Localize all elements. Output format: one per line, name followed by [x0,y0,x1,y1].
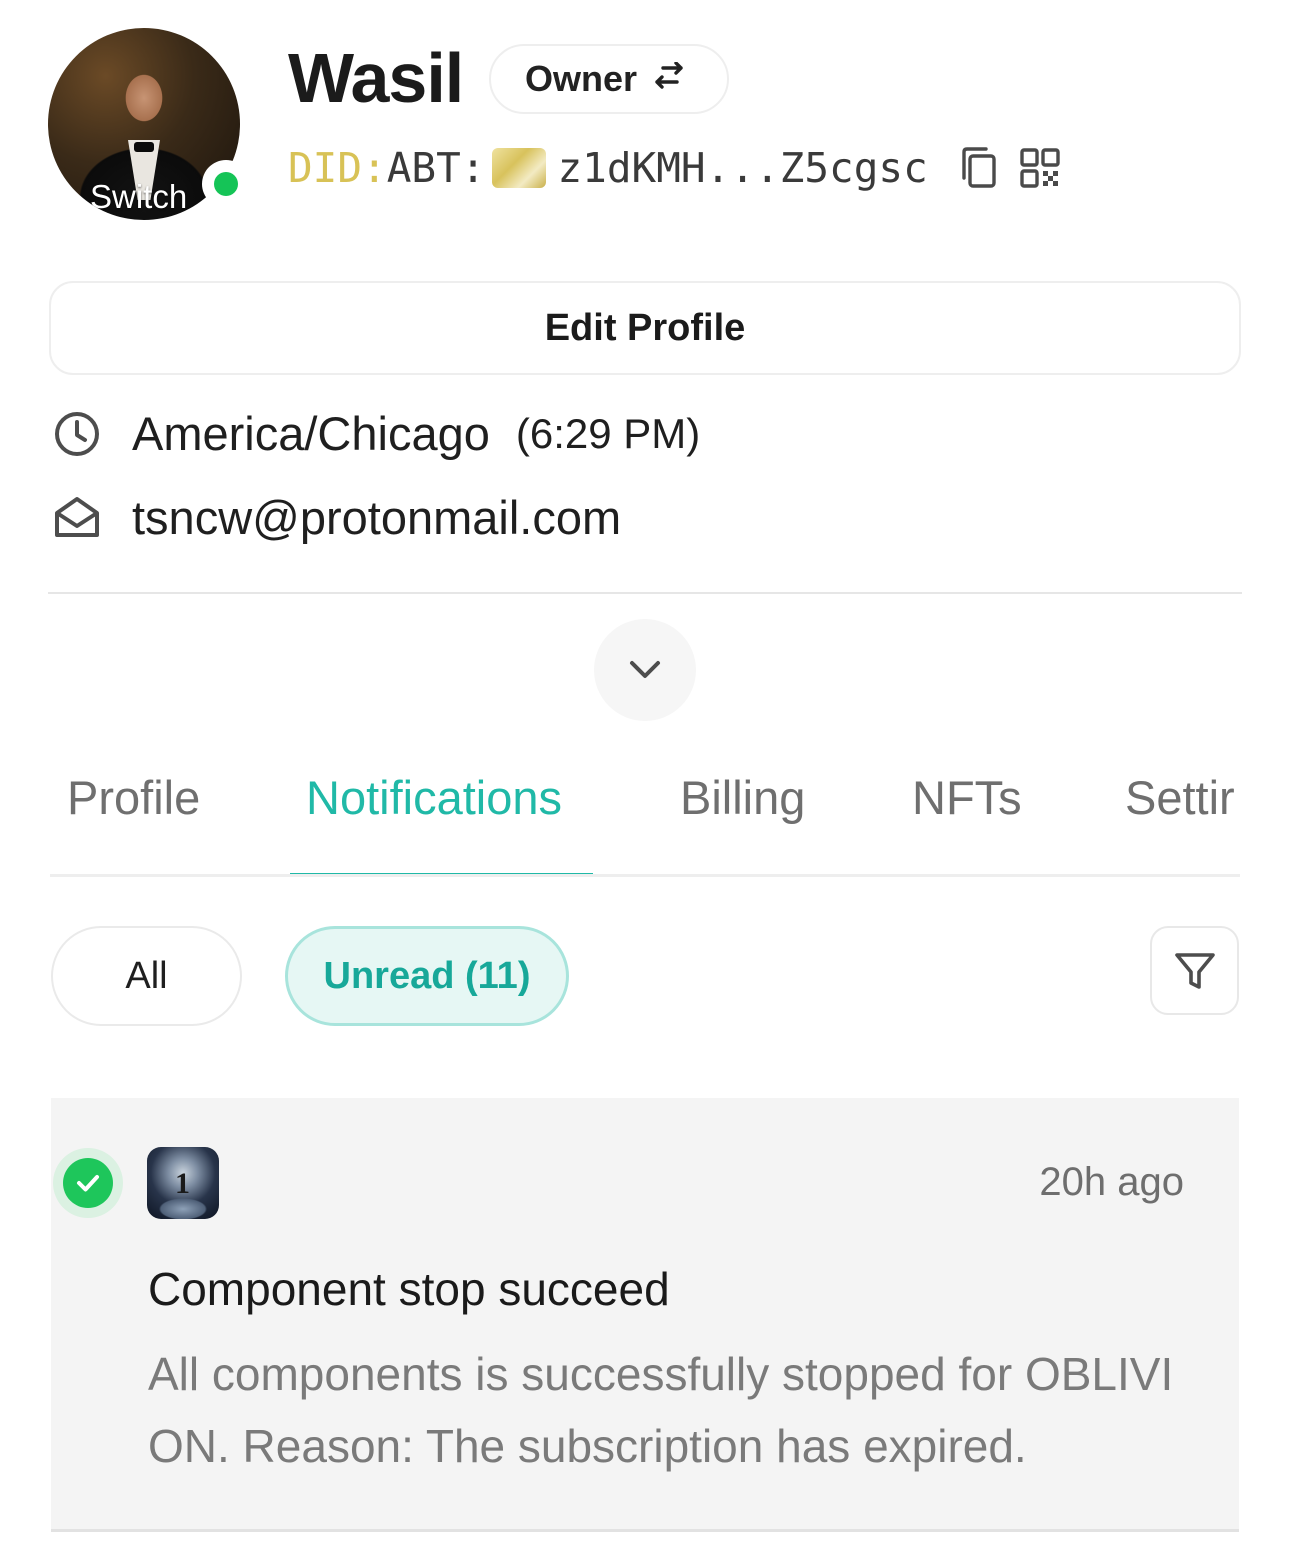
filter-all-chip[interactable]: All [51,926,242,1026]
copy-icon [962,147,996,188]
app-icon-glyph: 1 [175,1167,190,1200]
copy-button[interactable] [958,146,998,190]
section-divider [48,592,1242,594]
role-switch-button[interactable]: Owner [489,44,730,114]
tab-notifications[interactable]: Notifications [306,770,562,825]
avatar-bowtie [134,142,154,152]
online-status-icon [202,160,250,208]
check-circle-icon [63,1158,113,1208]
expand-button[interactable] [594,619,696,721]
qrcode-button[interactable] [1020,146,1060,190]
tab-settings[interactable]: Settir [1125,770,1235,825]
filter-button[interactable] [1150,926,1239,1015]
notification-body: All components is successfully stopped f… [148,1348,1174,1472]
notification-card[interactable]: 1 20h ago Component stop succeed All com… [51,1098,1239,1532]
chevron-down-icon [630,661,660,678]
tab-billing[interactable]: Billing [680,770,805,825]
notification-time: 20h ago [1039,1160,1184,1204]
timezone-text: America/Chicago [132,407,490,460]
tab-profile[interactable]: Profile [67,770,200,825]
local-time-text: (6:29 PM) [515,409,701,457]
user-name: Wasil [288,39,464,117]
swap-arrows-icon [655,62,683,89]
active-tab-indicator [290,873,593,874]
tab-bar: Profile Notifications Billing NFTs Setti… [50,740,1240,877]
did-address: DID: ABT: z1dKMH...Z5cgsc [288,140,1060,196]
role-label: Owner [525,58,638,99]
app-icon: 1 [147,1147,219,1219]
email-text[interactable]: tsncw@protonmail.com [132,490,621,545]
mail-open-icon [55,496,99,537]
profile-page: Switch Wasil Owner DID: ABT: z1dKMH...Z5… [0,0,1290,1549]
email-row: tsncw@protonmail.com [52,490,621,545]
did-prefix: DID: [288,144,387,192]
filter-unread-chip[interactable]: Unread (11) [285,926,569,1026]
did-avatar-icon [491,148,546,188]
filter-icon [1174,952,1215,989]
avatar-switch-label[interactable]: Switch [90,178,187,216]
did-scheme: ABT: [386,144,486,192]
clock-icon [55,411,99,456]
checkmark-icon [77,1175,99,1192]
notification-title: Component stop succeed [148,1263,670,1315]
edit-profile-button[interactable]: Edit Profile [49,281,1241,375]
did-value: z1dKMH...Z5cgsc [557,144,928,192]
tab-nfts[interactable]: NFTs [912,770,1022,825]
timezone-row: America/Chicago (6:29 PM) [52,406,700,461]
qrcode-icon [1020,148,1060,188]
read-status[interactable] [53,1148,123,1218]
